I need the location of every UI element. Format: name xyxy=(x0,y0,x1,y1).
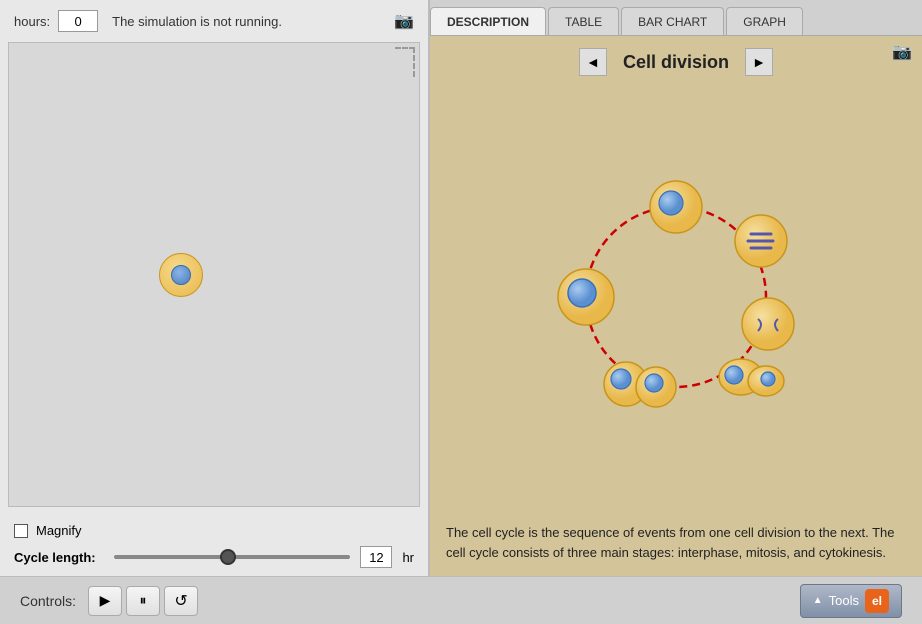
cycle-unit: hr xyxy=(402,550,414,565)
play-button[interactable]: ▶ xyxy=(88,586,122,616)
cycle-slider[interactable] xyxy=(114,555,350,559)
magnify-row: Magnify xyxy=(14,523,414,538)
cycle-svg xyxy=(526,179,826,419)
simulation-status: The simulation is not running. xyxy=(112,14,282,29)
magnify-checkbox[interactable] xyxy=(14,524,28,538)
prev-arrow[interactable]: ◄ xyxy=(579,48,607,76)
hours-label: hours: xyxy=(14,14,50,29)
next-arrow[interactable]: ► xyxy=(745,48,773,76)
camera-icon[interactable]: 📷 xyxy=(394,11,414,31)
hours-row: hours: The simulation is not running. 📷 xyxy=(0,0,428,42)
cycle-row: Cycle length: 12 hr xyxy=(14,546,414,568)
description-content: 📷 ◄ Cell division ► xyxy=(430,36,922,576)
play-icon: ▶ xyxy=(100,592,111,609)
left-panel: hours: The simulation is not running. 📷 … xyxy=(0,0,430,576)
description-text: The cell cycle is the sequence of events… xyxy=(430,513,922,576)
tab-description[interactable]: DESCRIPTION xyxy=(430,7,546,35)
division-title: Cell division xyxy=(623,52,729,73)
cell xyxy=(159,253,203,297)
cycle-length-label: Cycle length: xyxy=(14,550,104,565)
controls-label: Controls: xyxy=(20,593,76,609)
tab-table[interactable]: TABLE xyxy=(548,7,619,35)
reset-icon: ↺ xyxy=(174,591,187,611)
tools-button[interactable]: ▲ Tools el xyxy=(800,584,902,618)
slider-thumb[interactable] xyxy=(220,549,236,565)
tab-graph[interactable]: GRAPH xyxy=(726,7,803,35)
magnify-label: Magnify xyxy=(36,523,82,538)
pause-icon: ⏸ xyxy=(140,592,147,609)
el-logo: el xyxy=(865,589,889,613)
right-camera-icon[interactable]: 📷 xyxy=(892,42,912,62)
pause-button[interactable]: ⏸ xyxy=(126,586,160,616)
cell-outer xyxy=(159,253,203,297)
cycle-diagram xyxy=(430,84,922,513)
tab-barchart[interactable]: BAR CHART xyxy=(621,7,724,35)
hours-input[interactable] xyxy=(58,10,98,32)
simulation-canvas xyxy=(8,42,420,507)
bottom-controls: Magnify Cycle length: 12 hr xyxy=(0,515,428,576)
cell-division-header: ◄ Cell division ► xyxy=(430,36,922,84)
tools-triangle-icon: ▲ xyxy=(813,595,823,606)
dashed-border xyxy=(395,47,415,77)
cycle-value: 12 xyxy=(360,546,392,568)
cell-nucleus xyxy=(171,265,191,285)
reset-button[interactable]: ↺ xyxy=(164,586,198,616)
right-tabs: DESCRIPTION TABLE BAR CHART GRAPH xyxy=(430,0,922,36)
tools-label: Tools xyxy=(829,593,859,608)
right-panel: DESCRIPTION TABLE BAR CHART GRAPH 📷 ◄ Ce… xyxy=(430,0,922,576)
bottom-bar: Controls: ▶ ⏸ ↺ ▲ Tools el xyxy=(0,576,922,624)
